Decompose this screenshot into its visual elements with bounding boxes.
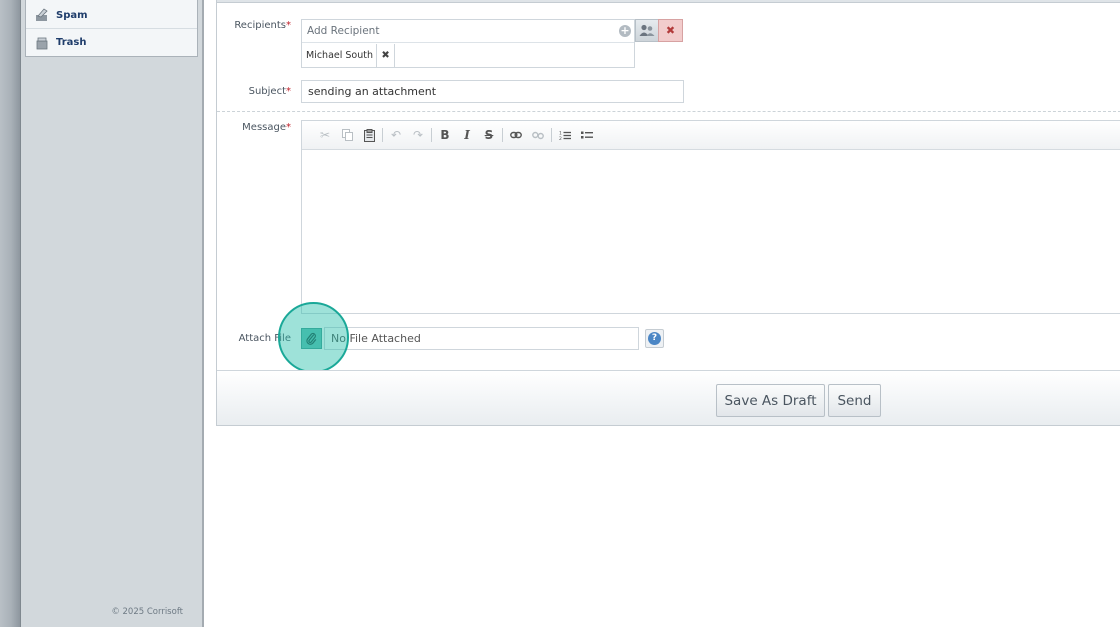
subject-label: Subject* [248,86,291,97]
remove-recipient-icon[interactable]: ✖ [377,44,394,67]
paperclip-icon [306,332,317,345]
svg-text:1: 1 [559,130,562,136]
save-draft-button[interactable]: Save As Draft [716,384,825,417]
cut-icon[interactable]: ✂ [314,124,336,146]
contacts-button[interactable] [635,19,659,42]
recipient-chip-name: Michael South [303,44,378,67]
help-button[interactable]: ? [645,329,664,348]
paste-icon[interactable] [358,124,380,146]
folder-trash[interactable]: Trash [26,29,197,56]
divider [217,111,1120,112]
folder-label: Trash [56,37,87,48]
toolbar-separator [382,128,383,142]
message-label: Message* [242,122,291,133]
add-recipient-icon[interactable]: + [619,25,631,37]
message-body[interactable] [302,151,1120,313]
trash-icon [35,36,49,50]
numbered-list-icon[interactable]: 12 [554,124,576,146]
toolbar-separator [431,128,432,142]
spam-icon [35,8,49,22]
redo-icon[interactable]: ↷ [407,124,429,146]
recipient-input[interactable]: Add Recipient [302,20,634,43]
toolbar-separator [502,128,503,142]
sidebar: Spam Trash © 2025 Corrisoft [21,0,204,627]
bold-icon[interactable]: B [434,124,456,146]
unlink-icon[interactable] [527,124,549,146]
clear-recipients-button[interactable]: ✖ [658,19,683,42]
panel-top-border [217,0,1120,3]
attach-file-button[interactable] [301,328,322,349]
copy-icon[interactable] [336,124,358,146]
folder-list: Spam Trash [25,0,198,57]
copyright-text: © 2025 Corrisoft [111,607,183,617]
link-icon[interactable] [505,124,527,146]
undo-icon[interactable]: ↶ [385,124,407,146]
action-bar: Save As Draft Send [217,370,1120,425]
recipients-label: Recipients* [234,20,291,31]
message-editor: ✂ ↶ ↷ B I S 12 [301,120,1120,314]
window-edge [0,0,21,627]
attach-file-label: Attach File [238,333,291,344]
svg-text:2: 2 [559,136,562,141]
folder-spam[interactable]: Spam [26,2,197,29]
attached-file-status: No File Attached [324,327,639,350]
folder-label: Spam [56,9,88,21]
compose-panel: Recipients* Add Recipient + Michael Sout… [216,0,1120,426]
close-icon: ✖ [665,24,676,37]
recipient-chip: Michael South ✖ [303,44,396,67]
subject-input[interactable]: sending an attachment [301,80,684,103]
bulleted-list-icon[interactable] [576,124,598,146]
help-icon: ? [648,332,661,345]
italic-icon[interactable]: I [456,124,478,146]
send-button[interactable]: Send [828,384,881,417]
strikethrough-icon[interactable]: S [478,124,500,146]
contacts-icon [639,24,655,36]
toolbar-separator [551,128,552,142]
editor-toolbar: ✂ ↶ ↷ B I S 12 [302,121,1120,150]
recipients-box: Add Recipient + Michael South ✖ [301,19,635,68]
